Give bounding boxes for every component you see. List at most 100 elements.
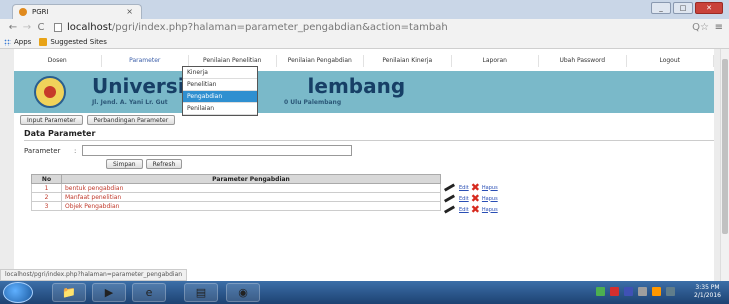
nav-item-logout[interactable]: Logout: [627, 55, 714, 67]
delete-x-icon: ✖: [470, 192, 480, 205]
start-button[interactable]: [3, 282, 33, 303]
tab-title: PGRI: [32, 8, 49, 16]
tray-app-icon[interactable]: [610, 287, 619, 296]
nav-item-dosen[interactable]: Dosen: [14, 55, 102, 67]
page-icon: [54, 23, 62, 32]
site-favicon-icon: [19, 8, 27, 16]
parameter-colon: :: [74, 147, 77, 155]
table-row: 1 bentuk pengabdian: [31, 183, 441, 193]
scrollbar-thumb[interactable]: [722, 59, 728, 234]
address-right: 0 Ulu Palembang: [284, 99, 342, 106]
browser-toolbar: ← → C localhost /pgri/index.php?halaman=…: [0, 19, 729, 36]
delete-link[interactable]: Hapus: [482, 185, 498, 191]
menu-item-pengabdian[interactable]: Pengabdian: [183, 91, 257, 103]
form-title: Data Parameter: [24, 129, 96, 138]
refresh-button[interactable]: Refresh: [145, 159, 183, 169]
clock-date: 2/1/2016: [694, 292, 721, 299]
bookmark-label: Suggested Sites: [50, 38, 107, 46]
delete-x-icon: ✖: [470, 181, 480, 194]
row-actions: Edit ✖ Hapus: [443, 181, 498, 194]
input-parameter-button[interactable]: Input Parameter: [20, 115, 83, 125]
parameter-label: Parameter: [24, 147, 61, 155]
url-host: localhost: [67, 22, 112, 33]
clock-time: 3:35 PM: [695, 284, 720, 291]
menu-item-penelitian[interactable]: Penelitian: [183, 79, 257, 91]
pencil-icon: [443, 183, 456, 192]
ie-icon[interactable]: e: [132, 283, 166, 302]
university-logo: [34, 76, 66, 108]
pencil-icon: [443, 194, 456, 203]
delete-link[interactable]: Hapus: [482, 207, 498, 213]
perbandingan-parameter-button[interactable]: Perbandingan Parameter: [86, 115, 176, 125]
back-arrow-icon[interactable]: ←: [6, 22, 20, 33]
menu-icon[interactable]: ≡: [715, 22, 723, 33]
nav-item-laporan[interactable]: Laporan: [452, 55, 539, 67]
tray-app-icon[interactable]: [638, 287, 647, 296]
row-parameter: Manfaat penelitian: [61, 192, 441, 202]
main-nav: Dosen Parameter Penilaian Penelitian Pen…: [14, 55, 714, 67]
bookmark-suggested-sites[interactable]: Suggested Sites: [39, 38, 107, 46]
media-player-icon[interactable]: ▶: [92, 283, 126, 302]
table-row: 3 Objek Pengabdian: [31, 201, 441, 211]
apps-grid-icon: [4, 38, 11, 46]
form-buttons: Simpan Refresh: [106, 159, 183, 169]
nav-item-penilaian-kinerja[interactable]: Penilaian Kinerja: [364, 55, 452, 67]
browser-tab-strip: PGRI × _ □ ✕: [0, 0, 729, 19]
nav-item-penilaian-pengabdian[interactable]: Penilaian Pengabdian: [277, 55, 364, 67]
explorer-icon[interactable]: 📁: [52, 283, 86, 302]
maximize-button[interactable]: □: [673, 2, 693, 14]
divider: [24, 140, 714, 141]
site-banner: Universitas lembang Jl. Jend. A. Yani Lr.…: [14, 71, 714, 113]
title-right: lembang: [307, 74, 406, 98]
edit-link[interactable]: Edit: [459, 207, 469, 213]
reload-icon[interactable]: C: [34, 22, 48, 33]
column-header-no: No: [31, 174, 62, 184]
site-container: Dosen Parameter Penilaian Penelitian Pen…: [14, 49, 714, 281]
parameter-dropdown-menu: Kinerja Penelitian Pengabdian Penilaian: [182, 66, 258, 116]
parameter-table: No Parameter Pengabdian 1 bentuk pengabd…: [31, 174, 441, 211]
volume-icon[interactable]: [666, 287, 675, 296]
sub-buttons: Input Parameter Perbandingan Parameter: [20, 115, 176, 125]
bookmark-label: Apps: [14, 38, 32, 46]
nav-item-ubah-password[interactable]: Ubah Password: [539, 55, 627, 67]
table-row: 2 Manfaat penelitian: [31, 192, 441, 202]
vertical-scrollbar[interactable]: [720, 49, 729, 281]
status-bar-url: localhost/pgri/index.php?halaman=paramet…: [0, 269, 188, 281]
tab-close-icon[interactable]: ×: [126, 7, 133, 16]
edit-link[interactable]: Edit: [459, 185, 469, 191]
table-header-row: No Parameter Pengabdian: [31, 174, 441, 184]
menu-item-penilaian[interactable]: Penilaian: [183, 103, 257, 115]
row-number: 1: [31, 183, 62, 193]
taskbar-clock[interactable]: 3:35 PM 2/1/2016: [694, 284, 721, 300]
address-left: Jl. Jend. A. Yani Lr. Gut: [92, 99, 168, 106]
zoom-star-icon[interactable]: Q☆: [692, 22, 709, 33]
browser-tab[interactable]: PGRI ×: [12, 4, 142, 19]
simpan-button[interactable]: Simpan: [106, 159, 143, 169]
row-number: 3: [31, 201, 62, 211]
pencil-icon: [443, 205, 456, 214]
row-number: 2: [31, 192, 62, 202]
tray-app-icon[interactable]: [624, 287, 633, 296]
row-parameter: Objek Pengabdian: [61, 201, 441, 211]
edit-link[interactable]: Edit: [459, 196, 469, 202]
window-close-button[interactable]: ✕: [695, 2, 723, 14]
nav-item-parameter[interactable]: Parameter: [102, 55, 189, 67]
bookmarks-bar: Apps Suggested Sites: [0, 36, 729, 49]
file-manager-icon[interactable]: ▤: [184, 283, 218, 302]
windows-taskbar: 📁 ▶ e ▤ ◉ 3:35 PM 2/1/2016: [0, 281, 729, 304]
minimize-button[interactable]: _: [651, 2, 671, 14]
address-bar[interactable]: localhost /pgri/index.php?halaman=parame…: [54, 22, 448, 33]
menu-item-kinerja[interactable]: Kinerja: [183, 67, 257, 79]
column-header-parameter: Parameter Pengabdian: [61, 174, 441, 184]
bookmark-apps[interactable]: Apps: [4, 38, 31, 46]
parameter-input[interactable]: [82, 145, 352, 156]
page-viewport: Dosen Parameter Penilaian Penelitian Pen…: [0, 49, 720, 281]
delete-x-icon: ✖: [470, 203, 480, 216]
row-actions: Edit ✖ Hapus: [443, 203, 498, 216]
chrome-icon[interactable]: ◉: [226, 283, 260, 302]
delete-link[interactable]: Hapus: [482, 196, 498, 202]
tray-app-icon[interactable]: [596, 287, 605, 296]
forward-arrow-icon[interactable]: →: [20, 22, 34, 33]
url-path: /pgri/index.php?halaman=parameter_pengab…: [111, 22, 448, 33]
tray-app-icon[interactable]: [652, 287, 661, 296]
